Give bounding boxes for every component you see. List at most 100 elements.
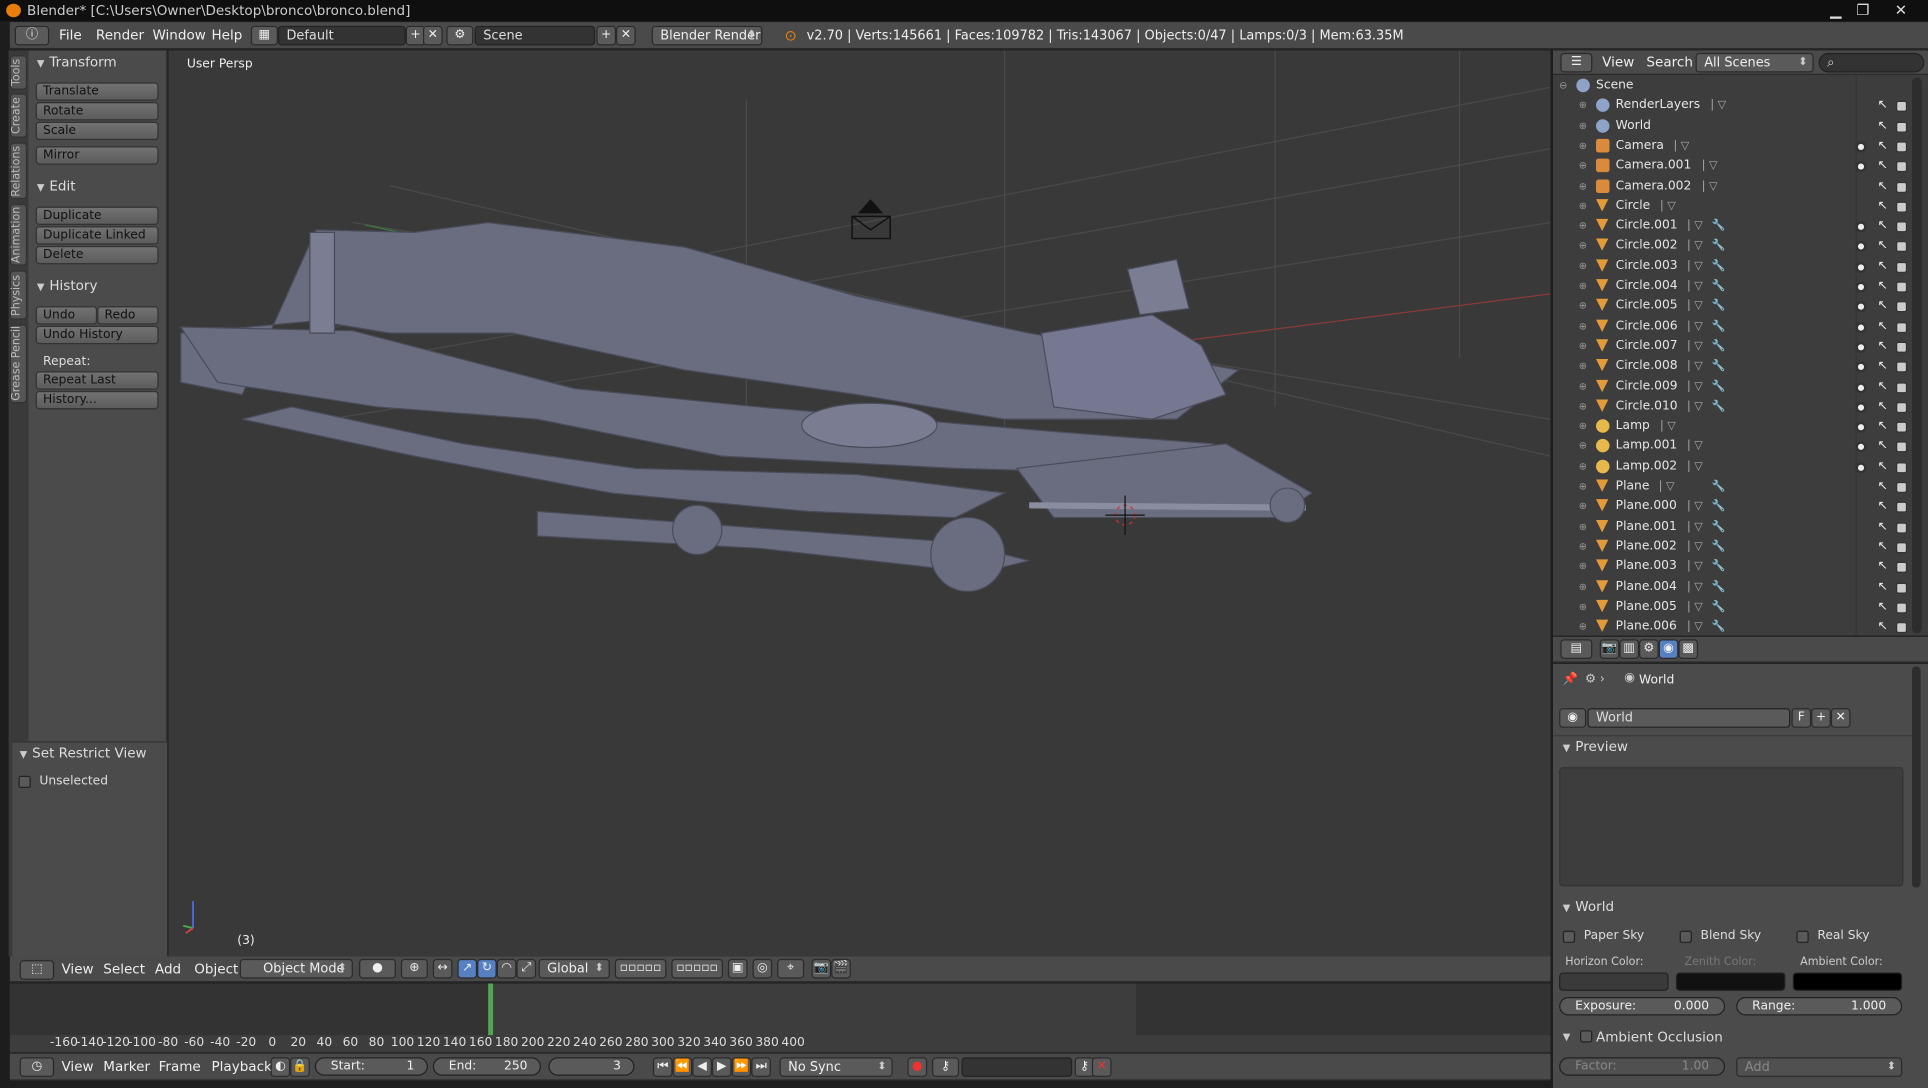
outliner-item-label[interactable]: Plane.002 [1616, 537, 1677, 557]
selectable-cursor-icon[interactable]: ↖ [1878, 417, 1893, 437]
renderable-camera-icon[interactable] [1896, 161, 1908, 173]
outliner-row[interactable]: ⊕ Circle.007 | ▽ 🔧 ↖ [1554, 337, 1913, 357]
paper-sky-checkbox[interactable] [1562, 930, 1576, 943]
render-anim-icon[interactable]: 🎬 [831, 958, 851, 979]
menu-object[interactable]: Object [194, 959, 238, 981]
selectable-cursor-icon[interactable]: ↖ [1878, 297, 1893, 317]
screen-layout-icon[interactable]: ▦ [250, 25, 278, 46]
outliner-item-label[interactable]: Circle.003 [1616, 257, 1678, 277]
selectable-cursor-icon[interactable]: ↖ [1878, 357, 1893, 377]
new-world-icon[interactable]: + [1811, 708, 1831, 728]
expand-toggle-icon[interactable]: ⊕ [1579, 597, 1587, 617]
tab-physics[interactable]: Physics [9, 270, 28, 320]
outliner-item-label[interactable]: Circle.005 [1616, 297, 1678, 317]
selectable-cursor-icon[interactable]: ↖ [1878, 96, 1893, 116]
selectable-cursor-icon[interactable]: ↖ [1878, 237, 1893, 257]
jump-start-icon[interactable]: ⏮ [652, 1057, 673, 1077]
ao-blend-dropdown[interactable]: Add [1736, 1057, 1903, 1077]
outliner-row[interactable]: ⊕ Lamp.002 | ▽ ↖ [1554, 457, 1913, 477]
render-opengl-icon[interactable]: 📷 [811, 958, 832, 979]
ao-factor-field[interactable]: Factor: 1.00 [1559, 1057, 1726, 1076]
viewport-shading-icon[interactable]: ● [359, 958, 396, 979]
layout-field[interactable]: Default [277, 25, 406, 46]
expand-toggle-icon[interactable]: ⊕ [1579, 357, 1587, 377]
outliner-row[interactable]: ⊕ Camera.002 | ▽ ↖ [1554, 176, 1913, 196]
play-reverse-icon[interactable]: ◀ [692, 1057, 712, 1077]
outliner-item-label[interactable]: Circle.002 [1616, 237, 1678, 257]
zenith-color-swatch[interactable] [1675, 972, 1786, 991]
mode-dropdown[interactable]: Object Mode [239, 958, 353, 979]
scene-tab-icon[interactable]: ⚙ [1639, 639, 1659, 659]
selectable-cursor-icon[interactable]: ↖ [1878, 116, 1893, 136]
renderable-camera-icon[interactable] [1896, 481, 1908, 493]
add-scene-icon[interactable]: + [596, 25, 617, 46]
renderable-camera-icon[interactable] [1896, 461, 1908, 473]
blend-sky-checkbox[interactable] [1679, 930, 1692, 943]
visibility-eye-icon[interactable] [1855, 381, 1867, 393]
unlink-world-icon[interactable]: ✕ [1830, 708, 1851, 728]
outliner-menu-view[interactable]: View [1602, 52, 1634, 74]
outliner-item-label[interactable]: Circle.006 [1616, 317, 1678, 337]
expand-toggle-icon[interactable]: ⊕ [1579, 537, 1587, 557]
expand-toggle-icon[interactable]: ⊕ [1579, 297, 1587, 317]
outliner-row[interactable]: ⊕ Lamp | ▽ ↖ [1554, 417, 1913, 437]
outliner-item-label[interactable]: World [1616, 116, 1651, 136]
menu-window[interactable]: Window [152, 25, 205, 47]
tab-grease-pencil[interactable]: Grease Pencil [9, 324, 28, 404]
mirror-button[interactable]: Mirror [35, 146, 159, 165]
outliner-row[interactable]: ⊕ Circle.004 | ▽ 🔧 ↖ [1554, 277, 1913, 297]
renderable-camera-icon[interactable] [1896, 401, 1908, 413]
scene-icon[interactable]: ⚙ [446, 25, 474, 46]
expand-toggle-icon[interactable]: ⊕ [1579, 517, 1587, 537]
world-tab-icon[interactable]: ◉ [1658, 639, 1679, 659]
outliner-row[interactable]: ⊕ Plane.000 | ▽ 🔧 ↖ [1554, 497, 1913, 517]
delete-keyframe-icon[interactable]: ✕ [1091, 1057, 1112, 1077]
selectable-cursor-icon[interactable]: ↖ [1878, 216, 1893, 236]
visibility-eye-icon[interactable] [1855, 401, 1867, 413]
outliner-item-label[interactable]: Camera.002 [1616, 176, 1692, 196]
duplicate-button[interactable]: Duplicate [35, 206, 159, 225]
renderable-camera-icon[interactable] [1896, 421, 1908, 433]
visibility-eye-icon[interactable] [1855, 341, 1867, 353]
expand-toggle-icon[interactable]: ⊕ [1579, 577, 1587, 597]
render-engine-dropdown[interactable]: Blender Render [651, 25, 763, 46]
horizon-color-swatch[interactable] [1559, 972, 1669, 991]
expand-toggle-icon[interactable]: ⊕ [1579, 96, 1587, 116]
redo-button[interactable]: Redo [97, 306, 159, 325]
outliner-item-label[interactable]: Circle.008 [1616, 357, 1678, 377]
expand-toggle-icon[interactable]: ⊕ [1579, 377, 1587, 397]
layer-lock-icon[interactable]: ▣ [727, 958, 748, 979]
outliner-item-label[interactable]: Circle.010 [1616, 397, 1678, 417]
outliner-item-label[interactable]: Scene [1596, 76, 1634, 96]
outliner-row[interactable]: ⊕ Circle.002 | ▽ 🔧 ↖ [1554, 237, 1913, 257]
timeline-menu-playback[interactable]: Playback [211, 1056, 271, 1078]
tab-animation[interactable]: Animation [9, 204, 28, 266]
ambient-color-swatch[interactable] [1792, 972, 1903, 991]
outliner-item-label[interactable]: Circle.001 [1616, 216, 1678, 236]
expand-toggle-icon[interactable]: ⊕ [1579, 617, 1587, 637]
jump-end-icon[interactable]: ⏭ [751, 1057, 771, 1077]
tab-tools[interactable]: Tools [9, 55, 28, 90]
outliner-row[interactable]: ⊕ RenderLayers | ▽ ↖ [1554, 96, 1913, 116]
scale-manipulator-icon[interactable]: ⤢ [516, 958, 537, 979]
orientation-dropdown[interactable]: Global [538, 958, 610, 979]
selectable-cursor-icon[interactable]: ↖ [1878, 136, 1893, 156]
outliner-item-label[interactable]: Plane.000 [1616, 497, 1677, 517]
properties-scrollbar[interactable] [1912, 666, 1921, 888]
selectable-cursor-icon[interactable]: ↖ [1878, 317, 1893, 337]
renderable-camera-icon[interactable] [1896, 562, 1908, 574]
selectable-cursor-icon[interactable]: ↖ [1878, 517, 1893, 537]
selectable-cursor-icon[interactable]: ↖ [1878, 497, 1893, 517]
outliner-item-label[interactable]: Circle.007 [1616, 337, 1678, 357]
render-tab-icon[interactable]: 📷 [1599, 639, 1620, 659]
visibility-eye-icon[interactable] [1855, 221, 1867, 233]
outliner-item-label[interactable]: Plane.001 [1616, 517, 1677, 537]
rotate-manipulator-icon[interactable]: ↻ [477, 958, 497, 979]
renderable-camera-icon[interactable] [1896, 341, 1908, 353]
outliner-row[interactable]: ⊕ Circle.005 | ▽ 🔧 ↖ [1554, 297, 1913, 317]
visibility-eye-icon[interactable] [1855, 421, 1867, 433]
renderable-camera-icon[interactable] [1896, 622, 1908, 634]
editor-type-info-icon[interactable]: ⓘ [14, 25, 50, 46]
visibility-eye-icon[interactable] [1855, 241, 1867, 253]
range-field[interactable]: Range: 1.000 [1736, 997, 1903, 1016]
